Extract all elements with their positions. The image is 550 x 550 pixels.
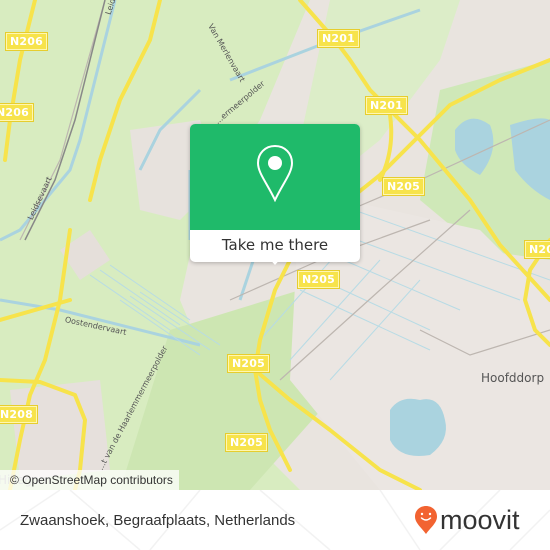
road-label-n205: N205 bbox=[226, 434, 267, 451]
moovit-logo[interactable]: moovit bbox=[414, 505, 520, 535]
road-label-n206: N206 bbox=[6, 33, 47, 50]
location-address: Zwaanshoek, Begraafplaats, Netherlands bbox=[20, 512, 296, 529]
road-label-n205: N205 bbox=[383, 178, 424, 195]
road-label-n205: N205 bbox=[228, 355, 269, 372]
footer: Zwaanshoek, Begraafplaats, Netherlands m… bbox=[0, 490, 550, 550]
road-label-n201: N201 bbox=[366, 97, 407, 114]
road-label-n201: N20 bbox=[525, 241, 550, 258]
road-label-n205: N205 bbox=[298, 271, 339, 288]
road-label-n206: N206 bbox=[0, 104, 33, 121]
map-attribution[interactable]: © OpenStreetMap contributors bbox=[0, 470, 179, 490]
road-label-n208: N208 bbox=[0, 406, 37, 423]
road-label-n201: N201 bbox=[318, 30, 359, 47]
popup-pointer bbox=[267, 256, 283, 265]
place-label-hoofddorp: Hoofddorp bbox=[481, 371, 545, 385]
map-pin-icon bbox=[256, 144, 294, 202]
moovit-logo-icon bbox=[415, 506, 437, 534]
moovit-wordmark: moovit bbox=[440, 505, 520, 535]
popup-header bbox=[190, 124, 360, 230]
location-popup: Take me there bbox=[190, 124, 360, 265]
map-view[interactable]: N206 N206 N201 N201 N205 N205 N205 N205 … bbox=[0, 0, 550, 490]
